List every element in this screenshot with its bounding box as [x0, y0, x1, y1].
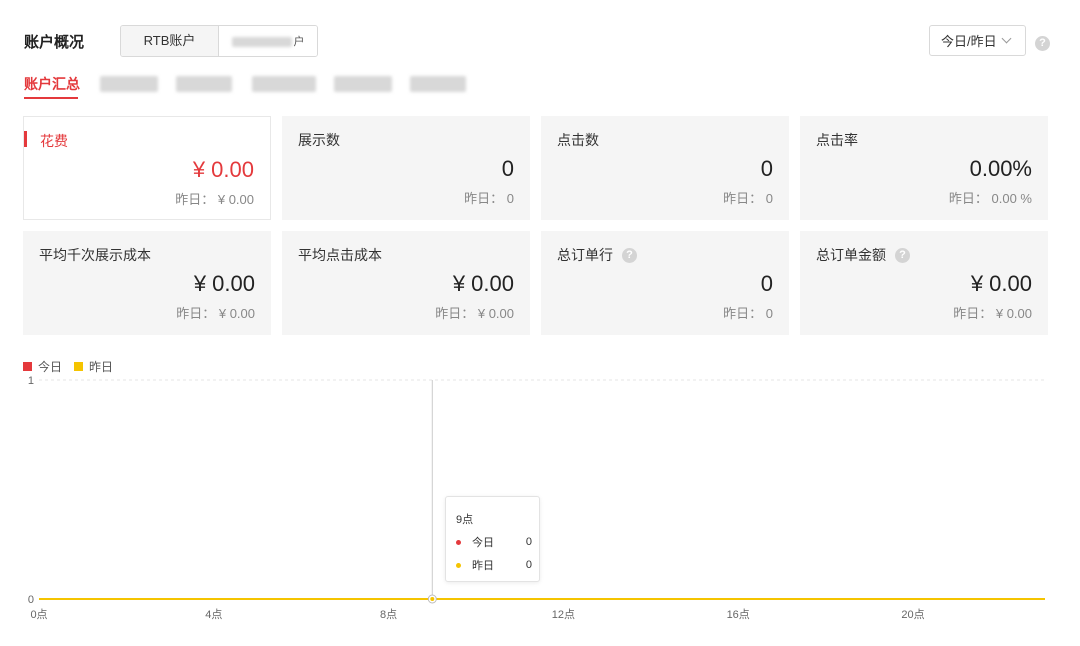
x-tick-label: 8点 [380, 608, 397, 621]
x-tick-label: 20点 [901, 608, 924, 621]
x-tick-label: 16点 [727, 608, 750, 621]
tooltip-series-name: 今日 [472, 537, 494, 549]
x-tick-label: 4点 [205, 608, 222, 621]
trend-chart[interactable]: 0 1 0点 4点 8点 12点 16点 20点 [0, 0, 1080, 646]
tooltip-series-value: 0 [525, 559, 532, 571]
tooltip-row-yesterday: 昨日 0 [456, 557, 532, 573]
tooltip-row-today: 今日 0 [456, 534, 532, 550]
dot-icon [456, 539, 461, 545]
tooltip-series-name: 昨日 [472, 560, 494, 572]
y-tick-label: 1 [28, 375, 34, 387]
x-tick-label: 0点 [30, 608, 47, 621]
tooltip-title: 9点 [456, 514, 474, 526]
dot-icon [456, 562, 461, 568]
tooltip-series-value: 0 [525, 536, 532, 548]
x-tick-label: 12点 [552, 608, 575, 621]
chart-tooltip: 9点 今日 0 昨日 0 [445, 496, 540, 582]
y-tick-label: 0 [28, 594, 34, 606]
hover-point [430, 597, 435, 601]
